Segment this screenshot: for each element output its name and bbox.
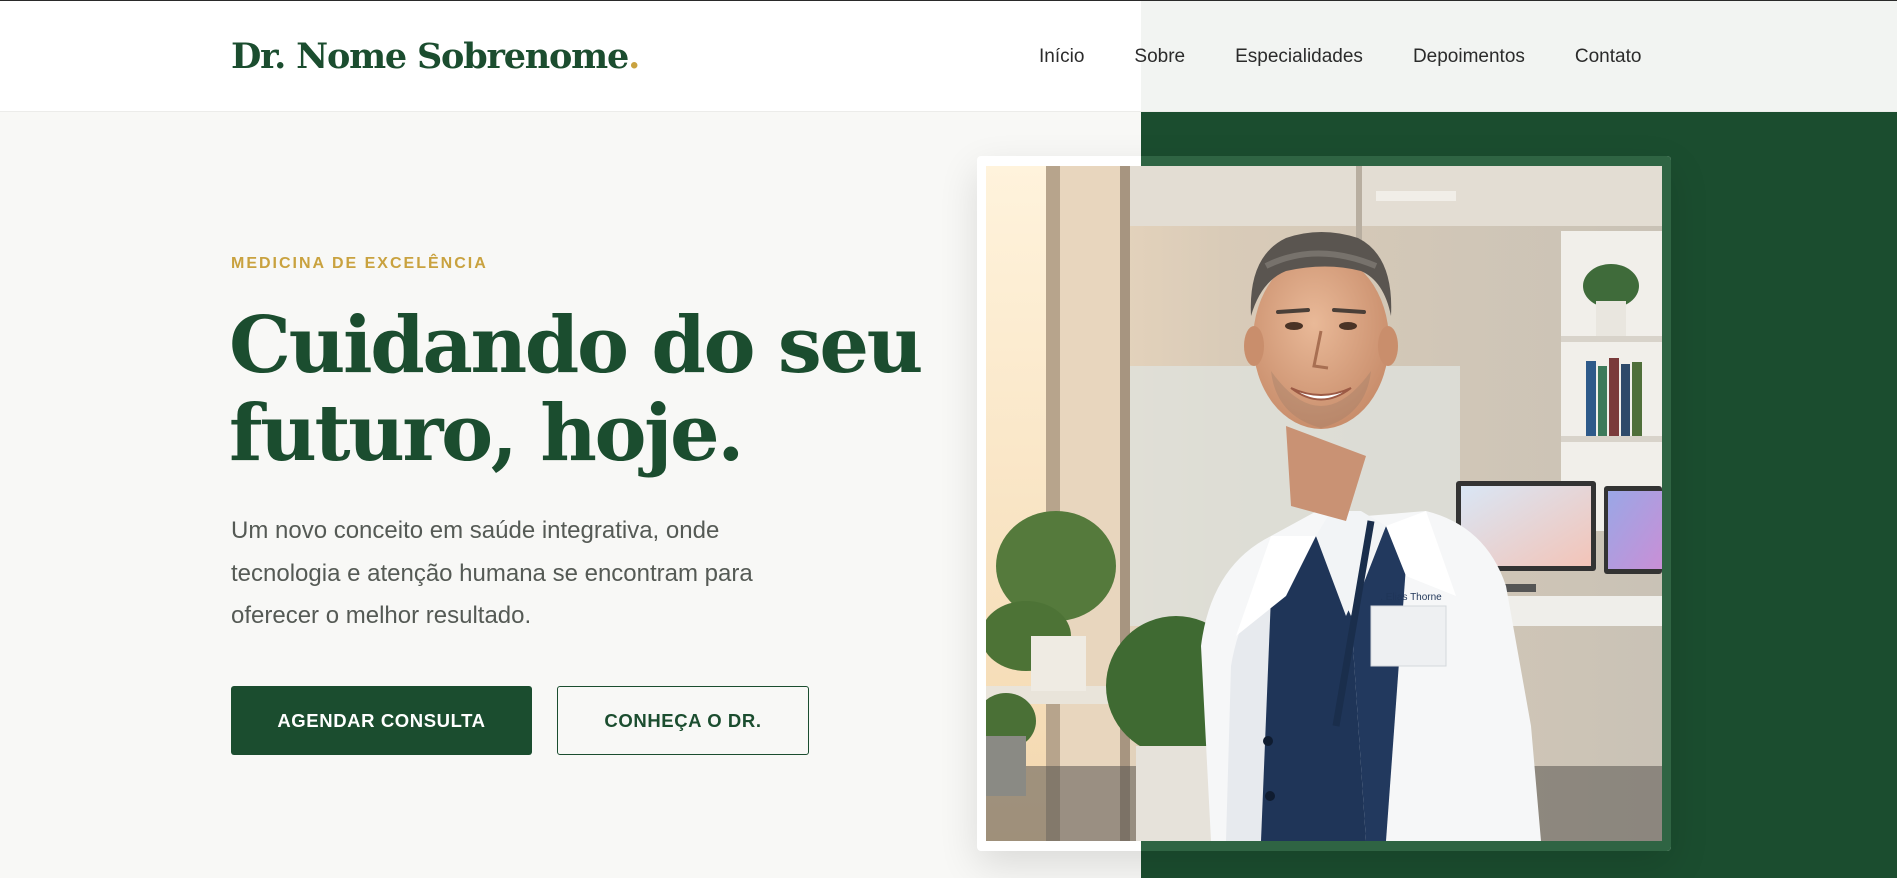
nav-item-especialidades[interactable]: Especialidades — [1235, 46, 1363, 68]
meet-doctor-button[interactable]: CONHEÇA O DR. — [557, 686, 809, 755]
brand-logo[interactable]: Dr. Nome Sobrenome. — [231, 36, 640, 77]
hero-headline: Cuidando do seu futuro, hoje. — [229, 302, 949, 478]
brand-dot: . — [628, 36, 640, 77]
nav-item-sobre[interactable]: Sobre — [1134, 46, 1185, 68]
doctor-photo-illustration: . Elias Thorne — [986, 166, 1662, 841]
nav-item-contato[interactable]: Contato — [1575, 46, 1642, 68]
nav-item-inicio[interactable]: Início — [1039, 46, 1084, 68]
hero-subtext: Um novo conceito em saúde integrativa, o… — [231, 517, 753, 629]
hero-headline-line1: Cuidando do seu — [229, 300, 923, 391]
hero-headline-line2: futuro, hoje. — [229, 388, 744, 479]
hero-eyebrow: MEDICINA DE EXCELÊNCIA — [231, 255, 488, 272]
site-header: Dr. Nome Sobrenome. Início Sobre Especia… — [0, 1, 1897, 112]
brand-name: Dr. Nome Sobrenome — [231, 36, 629, 77]
nav-item-depoimentos[interactable]: Depoimentos — [1413, 46, 1525, 68]
doctor-photo: . Elias Thorne — [986, 166, 1662, 841]
main-nav: Início Sobre Especialidades Depoimentos … — [1039, 46, 1641, 68]
coat-name-tag: . Elias Thorne — [1380, 592, 1442, 603]
schedule-appointment-button[interactable]: AGENDAR CONSULTA — [231, 686, 532, 755]
